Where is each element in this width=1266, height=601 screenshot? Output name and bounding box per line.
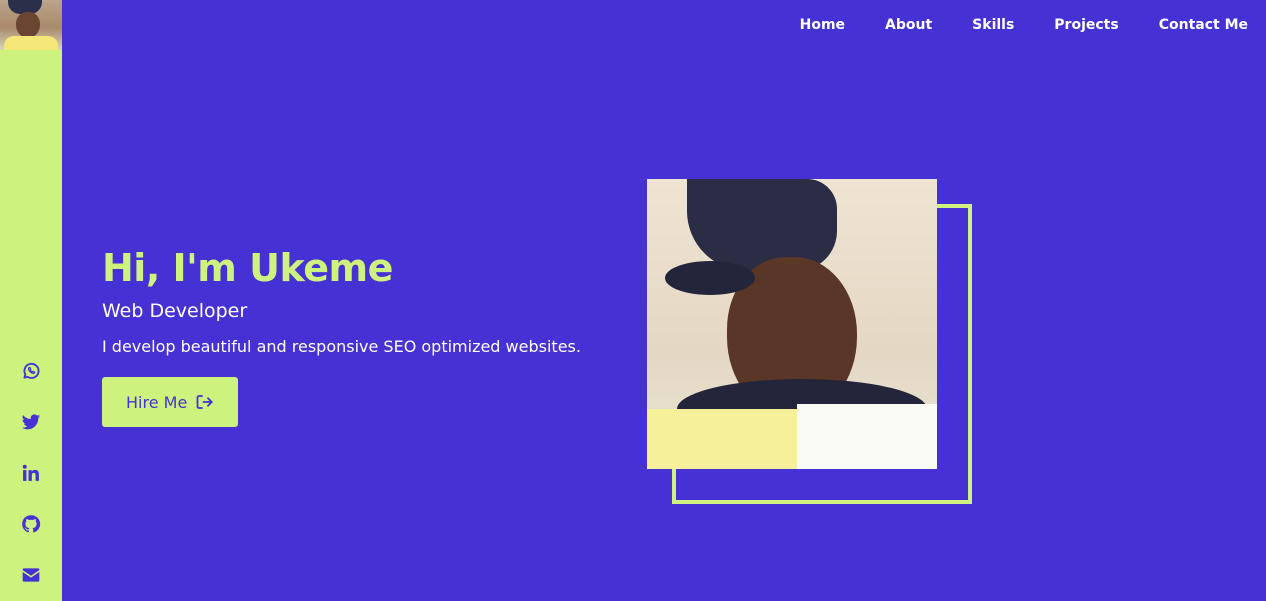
nav-projects[interactable]: Projects <box>1054 15 1118 35</box>
github-icon[interactable] <box>20 513 42 535</box>
sidebar <box>0 0 62 601</box>
twitter-icon[interactable] <box>20 411 42 433</box>
sign-out-icon <box>196 394 214 410</box>
nav-about[interactable]: About <box>885 15 932 35</box>
hero-section: Hi, I'm Ukeme Web Developer I develop be… <box>102 244 622 427</box>
hire-me-button[interactable]: Hire Me <box>102 377 239 427</box>
nav-home[interactable]: Home <box>800 15 845 35</box>
whatsapp-icon[interactable] <box>20 360 42 382</box>
hero-description: I develop beautiful and responsive SEO o… <box>102 337 581 356</box>
social-links <box>0 360 62 601</box>
portfolio-page: Home About Skills Projects Contact Me Hi… <box>0 0 1266 601</box>
hero-role: Web Developer <box>102 300 248 322</box>
main-nav: Home About Skills Projects Contact Me <box>760 15 1248 35</box>
linkedin-icon[interactable] <box>20 462 42 484</box>
nav-skills[interactable]: Skills <box>972 15 1014 35</box>
nav-contact-me[interactable]: Contact Me <box>1159 15 1248 35</box>
envelope-icon[interactable] <box>20 564 42 586</box>
hire-me-label: Hire Me <box>126 392 188 412</box>
avatar[interactable] <box>0 0 62 50</box>
hero-title: Hi, I'm Ukeme <box>102 246 393 290</box>
profile-photo <box>647 179 937 469</box>
